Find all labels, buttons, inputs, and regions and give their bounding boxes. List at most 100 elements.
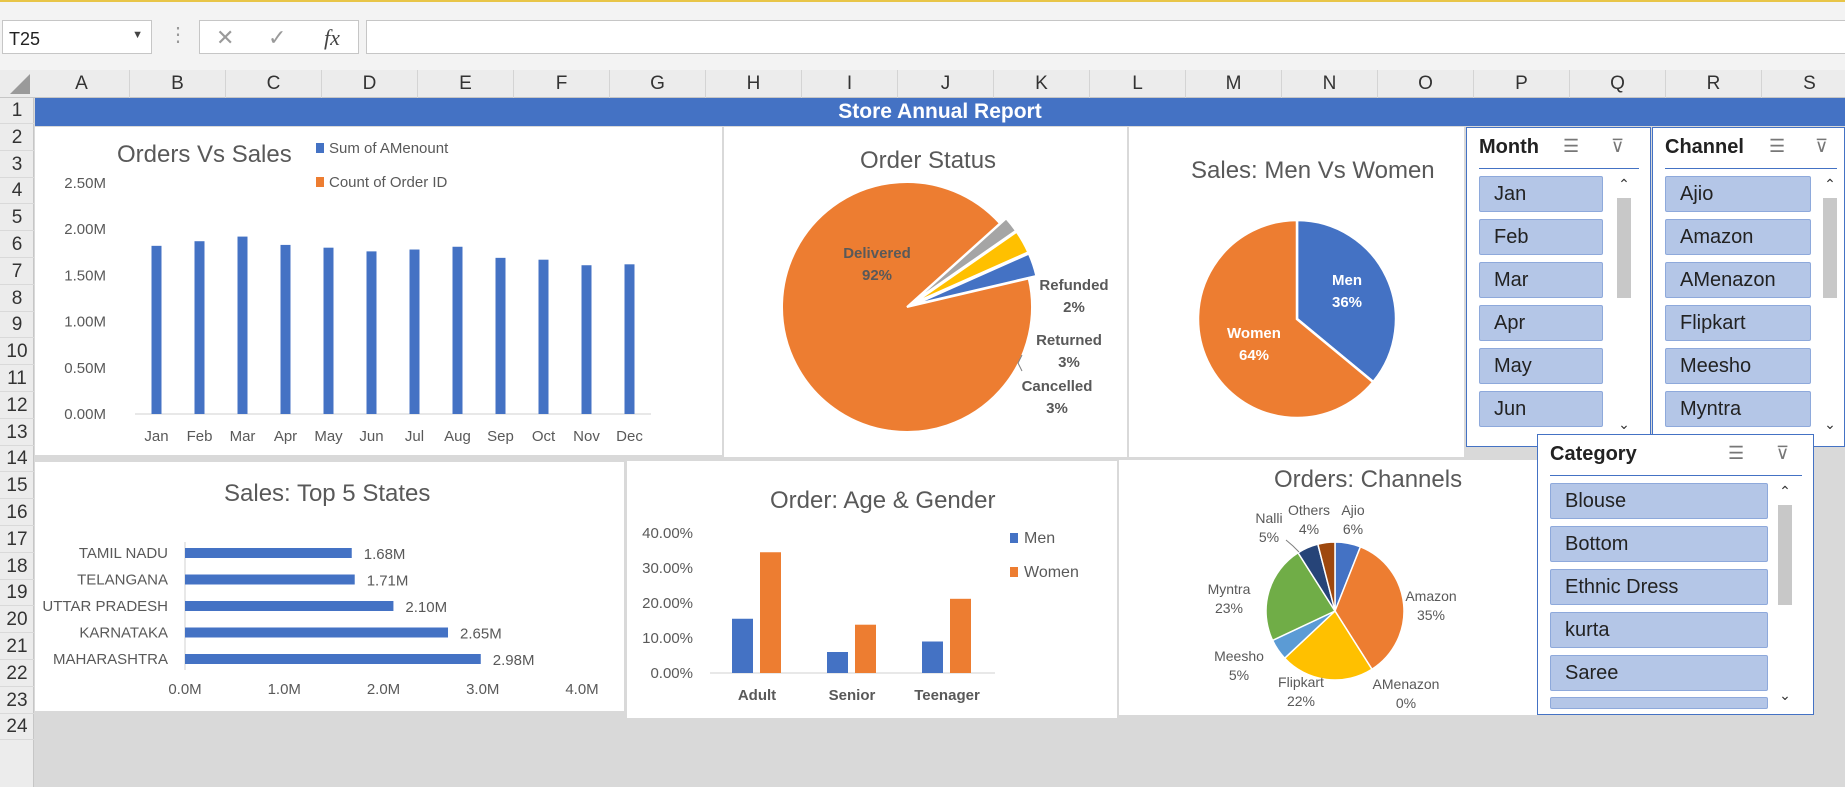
row-header[interactable]: 12 <box>0 393 34 419</box>
clear-filter-icon[interactable]: ⊽ <box>1776 443 1789 464</box>
multi-select-icon[interactable]: ☰ <box>1728 443 1744 464</box>
chart-men-vs-women[interactable]: Sales: Men Vs Women Men 36% Women 64% <box>1129 127 1464 457</box>
slicer-channel[interactable]: Channel ☰ ⊽ Ajio Amazon AMenazon Flipkart Me… <box>1652 127 1845 447</box>
slicer-item-partial[interactable] <box>1550 697 1768 709</box>
column-header[interactable]: G <box>610 70 706 98</box>
column-header[interactable]: N <box>1282 70 1378 98</box>
insert-function-icon[interactable]: fx <box>324 25 340 51</box>
row-header[interactable]: 7 <box>0 259 34 285</box>
slicer-item[interactable]: Saree <box>1550 655 1768 691</box>
slicer-item[interactable]: Ethnic Dress <box>1550 569 1768 605</box>
column-header[interactable]: C <box>226 70 322 98</box>
column-header[interactable]: A <box>34 70 130 98</box>
name-box-dropdown-icon[interactable]: ▼ <box>132 29 143 41</box>
row-header[interactable]: 13 <box>0 420 34 446</box>
scroll-up-icon[interactable]: ⌃ <box>1613 176 1635 193</box>
name-box[interactable]: T25 ▼ <box>2 20 152 54</box>
row-header[interactable]: 9 <box>0 312 34 339</box>
slicer-item[interactable]: AMenazon <box>1665 262 1811 298</box>
slicer-item[interactable]: Blouse <box>1550 483 1768 519</box>
slicer-scrollbar[interactable]: ⌃ ⌄ <box>1819 176 1841 438</box>
row-header[interactable]: 11 <box>0 366 34 392</box>
row-header[interactable]: 24 <box>0 714 34 741</box>
row-header[interactable]: 23 <box>0 688 34 714</box>
row-header[interactable]: 1 <box>0 98 34 124</box>
column-header[interactable]: M <box>1186 70 1282 98</box>
slicer-item[interactable]: Mar <box>1479 262 1603 298</box>
scroll-thumb[interactable] <box>1617 198 1631 298</box>
column-header[interactable]: H <box>706 70 802 98</box>
row-header[interactable]: 5 <box>0 205 34 232</box>
scroll-down-icon[interactable]: ⌄ <box>1613 416 1635 433</box>
chart-top-5-states[interactable]: Sales: Top 5 States TAMIL NADU 1.68M TELAN… <box>35 462 624 711</box>
slicer-item[interactable]: kurta <box>1550 612 1768 648</box>
chart-age-gender[interactable]: Order: Age & Gender 0.00% 10.00% 20.00% 30.… <box>627 461 1117 718</box>
select-all-corner[interactable] <box>0 70 34 98</box>
slicer-item[interactable]: Feb <box>1479 219 1603 255</box>
row-header[interactable]: 2 <box>0 125 34 151</box>
column-header[interactable]: O <box>1378 70 1474 98</box>
slicer-scrollbar[interactable]: ⌃ ⌄ <box>1613 176 1635 438</box>
formula-input[interactable] <box>366 20 1845 54</box>
scroll-up-icon[interactable]: ⌃ <box>1819 176 1841 193</box>
row-header[interactable]: 18 <box>0 554 34 580</box>
slicer-category[interactable]: Category ☰ ⊽ Blouse Bottom Ethnic Dress kur… <box>1537 434 1814 715</box>
column-header[interactable]: K <box>994 70 1090 98</box>
more-options-icon[interactable]: ⋮ <box>168 22 188 47</box>
row-header[interactable]: 19 <box>0 580 34 607</box>
clear-filter-icon[interactable]: ⊽ <box>1611 136 1624 157</box>
scroll-thumb[interactable] <box>1823 198 1837 298</box>
slicer-item[interactable]: Myntra <box>1665 391 1811 427</box>
scroll-up-icon[interactable]: ⌃ <box>1774 483 1796 500</box>
clear-filter-icon[interactable]: ⊽ <box>1815 136 1828 157</box>
column-header[interactable]: P <box>1474 70 1570 98</box>
column-header[interactable]: F <box>514 70 610 98</box>
slicer-item[interactable]: Jun <box>1479 391 1603 427</box>
multi-select-icon[interactable]: ☰ <box>1769 136 1785 157</box>
column-header[interactable]: E <box>418 70 514 98</box>
slicer-scrollbar[interactable]: ⌃ ⌄ <box>1774 483 1796 709</box>
order-status-plot: Delivered 92% Refunded 2% Returned 3% Cancelle… <box>781 181 1109 433</box>
row-header[interactable]: 8 <box>0 286 34 312</box>
slicer-item[interactable]: May <box>1479 348 1603 384</box>
slicer-item[interactable]: Jan <box>1479 176 1603 212</box>
row-header[interactable]: 4 <box>0 178 34 205</box>
column-header[interactable]: R <box>1666 70 1762 98</box>
scroll-thumb[interactable] <box>1778 505 1792 605</box>
report-banner[interactable]: Store Annual Report <box>35 98 1845 126</box>
row-header[interactable]: 15 <box>0 473 34 500</box>
row-header[interactable]: 20 <box>0 607 34 634</box>
column-header[interactable]: Q <box>1570 70 1666 98</box>
cancel-icon[interactable]: ✕ <box>216 25 234 51</box>
slicer-item[interactable]: Meesho <box>1665 348 1811 384</box>
row-header[interactable]: 3 <box>0 152 34 178</box>
slicer-item[interactable]: Bottom <box>1550 526 1768 562</box>
row-header[interactable]: 14 <box>0 446 34 473</box>
scroll-down-icon[interactable]: ⌄ <box>1819 416 1841 433</box>
slicer-item[interactable]: Amazon <box>1665 219 1811 255</box>
row-header[interactable]: 17 <box>0 527 34 553</box>
column-header[interactable]: D <box>322 70 418 98</box>
column-header[interactable]: J <box>898 70 994 98</box>
slicer-month[interactable]: Month ☰ ⊽ Jan Feb Mar Apr May Jun ⌃ ⌄ <box>1466 127 1651 447</box>
row-header[interactable]: 16 <box>0 500 34 526</box>
row-header[interactable]: 21 <box>0 634 34 660</box>
row-header[interactable]: 6 <box>0 232 34 258</box>
slicer-item[interactable]: Apr <box>1479 305 1603 341</box>
slicer-item[interactable]: Flipkart <box>1665 305 1811 341</box>
chart-order-status[interactable]: Order Status Delivered 92% Refunded 2% Retur… <box>724 127 1127 457</box>
multi-select-icon[interactable]: ☰ <box>1563 136 1579 157</box>
column-header[interactable]: S <box>1762 70 1845 98</box>
data-label: 2.10M <box>405 599 447 616</box>
column-header[interactable]: L <box>1090 70 1186 98</box>
slice-label: Amazon <box>1405 588 1456 604</box>
column-header[interactable]: I <box>802 70 898 98</box>
slicer-item[interactable]: Ajio <box>1665 176 1811 212</box>
row-header[interactable]: 22 <box>0 661 34 687</box>
column-header[interactable]: B <box>130 70 226 98</box>
scroll-down-icon[interactable]: ⌄ <box>1774 687 1796 704</box>
enter-icon[interactable]: ✓ <box>268 25 286 51</box>
chart-orders-channels[interactable]: Orders: Channels Ajio 6% Amazon 35% AMenazon… <box>1119 460 1539 715</box>
row-header[interactable]: 10 <box>0 339 34 366</box>
chart-orders-vs-sales[interactable]: Orders Vs Sales 0.00M 0.50M 1.00M 1.50M 2.00… <box>35 127 722 455</box>
